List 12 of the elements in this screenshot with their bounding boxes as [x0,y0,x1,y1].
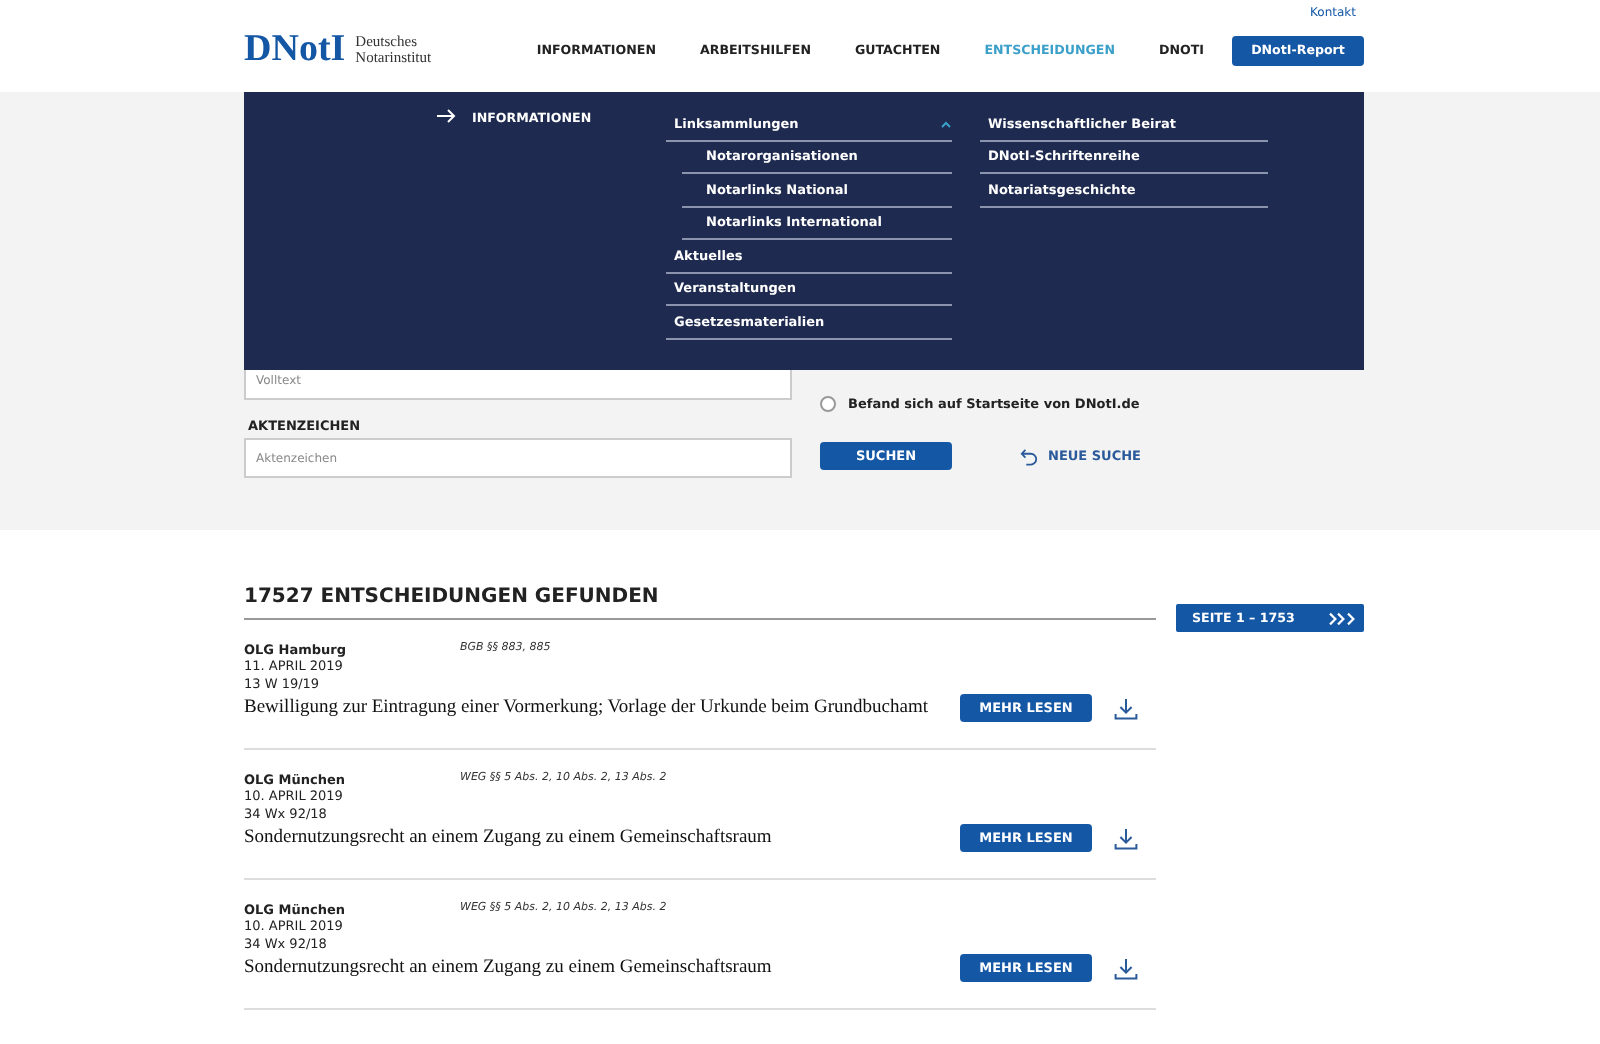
download-icon[interactable] [1114,957,1138,979]
arrow-right-icon [436,108,456,124]
download-icon[interactable] [1114,697,1138,719]
chevrons-right-icon [1328,611,1356,625]
logo-mark: DNotI [244,28,346,72]
results-heading: 17527 ENTSCHEIDUNGEN GEFUNDEN [244,586,1156,620]
decision-title: Sondernutzungsrecht an einem Zugang zu einem Gemeinschaftsraum [244,828,774,848]
decision-title: Sondernutzungsrecht an einem Zugang zu einem Gemeinschaftsraum [244,958,774,978]
download-icon[interactable] [1114,827,1138,849]
radio-button[interactable] [820,396,836,412]
undo-icon [1020,447,1038,465]
decision-title: Bewilligung zur Eintragung einer Vormerkung; Vorlage der Urkunde beim Grundbuchamt [244,698,931,718]
